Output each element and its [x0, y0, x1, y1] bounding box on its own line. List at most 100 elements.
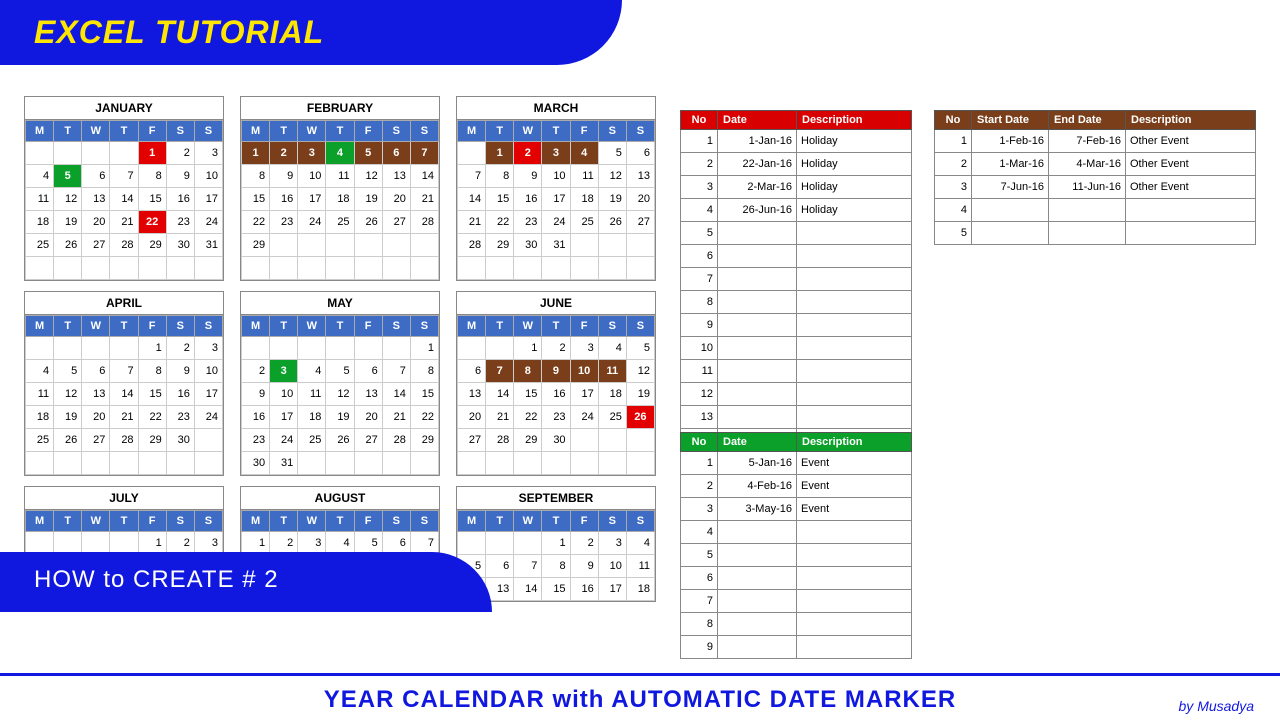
- day-cell: [570, 452, 598, 475]
- table-row: 6: [681, 245, 912, 268]
- day-cell: [354, 337, 382, 360]
- page-title: EXCEL TUTORIAL: [34, 14, 594, 51]
- row-desc: Other Event: [1126, 176, 1256, 199]
- day-cell: 5: [626, 337, 654, 360]
- table-row: 8: [681, 613, 912, 636]
- day-header: T: [270, 121, 298, 142]
- day-header: T: [110, 316, 138, 337]
- table-row: 222-Jan-16Holiday: [681, 153, 912, 176]
- day-cell: [326, 234, 354, 257]
- day-cell: 2: [570, 532, 598, 555]
- day-header: T: [110, 121, 138, 142]
- table-row: 11: [681, 360, 912, 383]
- day-cell: [514, 452, 542, 475]
- day-cell: 3: [570, 337, 598, 360]
- col-header: Description: [797, 433, 912, 452]
- table-row: 5: [681, 544, 912, 567]
- day-cell: [82, 452, 110, 475]
- day-cell: [486, 337, 514, 360]
- table-row: 426-Jun-16Holiday: [681, 199, 912, 222]
- day-header: S: [166, 316, 194, 337]
- day-header: T: [326, 316, 354, 337]
- row-desc: Other Event: [1126, 153, 1256, 176]
- row-date: 5-Jan-16: [718, 452, 797, 475]
- row-date: 22-Jan-16: [718, 153, 797, 176]
- month-title: APRIL: [25, 292, 223, 315]
- day-cell: [54, 257, 82, 280]
- month-title: JUNE: [457, 292, 655, 315]
- row-end: 7-Feb-16: [1049, 130, 1126, 153]
- day-cell: 6: [626, 142, 654, 165]
- day-cell: 1: [242, 142, 270, 165]
- footer: YEAR CALENDAR with AUTOMATIC DATE MARKER…: [0, 673, 1280, 720]
- day-cell: 7: [486, 360, 514, 383]
- row-date: [718, 544, 797, 567]
- table-row: 21-Mar-164-Mar-16Other Event: [935, 153, 1256, 176]
- row-no: 4: [681, 521, 718, 544]
- day-cell: [110, 452, 138, 475]
- col-header: Date: [718, 433, 797, 452]
- row-desc: Holiday: [797, 199, 912, 222]
- row-no: 5: [681, 544, 718, 567]
- day-cell: [82, 257, 110, 280]
- day-cell: [194, 257, 222, 280]
- day-cell: 22: [242, 211, 270, 234]
- day-cell: 17: [598, 578, 626, 601]
- day-cell: [598, 452, 626, 475]
- day-cell: 7: [514, 555, 542, 578]
- day-header: T: [486, 511, 514, 532]
- row-end: [1049, 199, 1126, 222]
- day-cell: [458, 532, 486, 555]
- day-cell: [166, 257, 194, 280]
- day-cell: 3: [542, 142, 570, 165]
- day-header: S: [410, 316, 438, 337]
- table-row: 33-May-16Event: [681, 498, 912, 521]
- day-cell: 8: [486, 165, 514, 188]
- day-header: S: [410, 121, 438, 142]
- day-cell: [542, 452, 570, 475]
- table-row: 4: [935, 199, 1256, 222]
- month-title: SEPTEMBER: [457, 487, 655, 510]
- row-desc: Other Event: [1126, 130, 1256, 153]
- day-cell: 16: [542, 383, 570, 406]
- day-cell: 16: [270, 188, 298, 211]
- day-cell: 22: [410, 406, 438, 429]
- day-cell: 1: [410, 337, 438, 360]
- day-cell: 9: [514, 165, 542, 188]
- day-cell: 30: [542, 429, 570, 452]
- day-cell: 4: [326, 142, 354, 165]
- day-header: S: [382, 316, 410, 337]
- day-cell: 8: [514, 360, 542, 383]
- row-no: 8: [681, 613, 718, 636]
- day-cell: 15: [514, 383, 542, 406]
- day-cell: 9: [542, 360, 570, 383]
- row-no: 11: [681, 360, 718, 383]
- calendar-grid: JANUARYMTWTFSS12345678910111213141516171…: [24, 96, 656, 602]
- day-cell: 29: [138, 429, 166, 452]
- day-header: S: [194, 316, 222, 337]
- day-cell: 20: [354, 406, 382, 429]
- day-cell: 8: [138, 165, 166, 188]
- day-cell: 10: [194, 165, 222, 188]
- day-cell: [110, 142, 138, 165]
- day-cell: 2: [166, 337, 194, 360]
- row-no: 4: [935, 199, 972, 222]
- row-desc: [797, 337, 912, 360]
- day-cell: [26, 142, 54, 165]
- day-cell: [82, 142, 110, 165]
- day-header: S: [598, 121, 626, 142]
- day-cell: [626, 452, 654, 475]
- day-cell: 15: [542, 578, 570, 601]
- table-row: 7: [681, 268, 912, 291]
- row-start: 7-Jun-16: [972, 176, 1049, 199]
- day-cell: 27: [82, 234, 110, 257]
- other-event-table: NoStart DateEnd DateDescription11-Feb-16…: [934, 110, 1256, 245]
- day-cell: 16: [514, 188, 542, 211]
- day-header: S: [626, 121, 654, 142]
- day-cell: 18: [598, 383, 626, 406]
- day-cell: 11: [26, 188, 54, 211]
- day-cell: 3: [598, 532, 626, 555]
- day-header: W: [298, 316, 326, 337]
- day-cell: [138, 452, 166, 475]
- day-cell: [626, 257, 654, 280]
